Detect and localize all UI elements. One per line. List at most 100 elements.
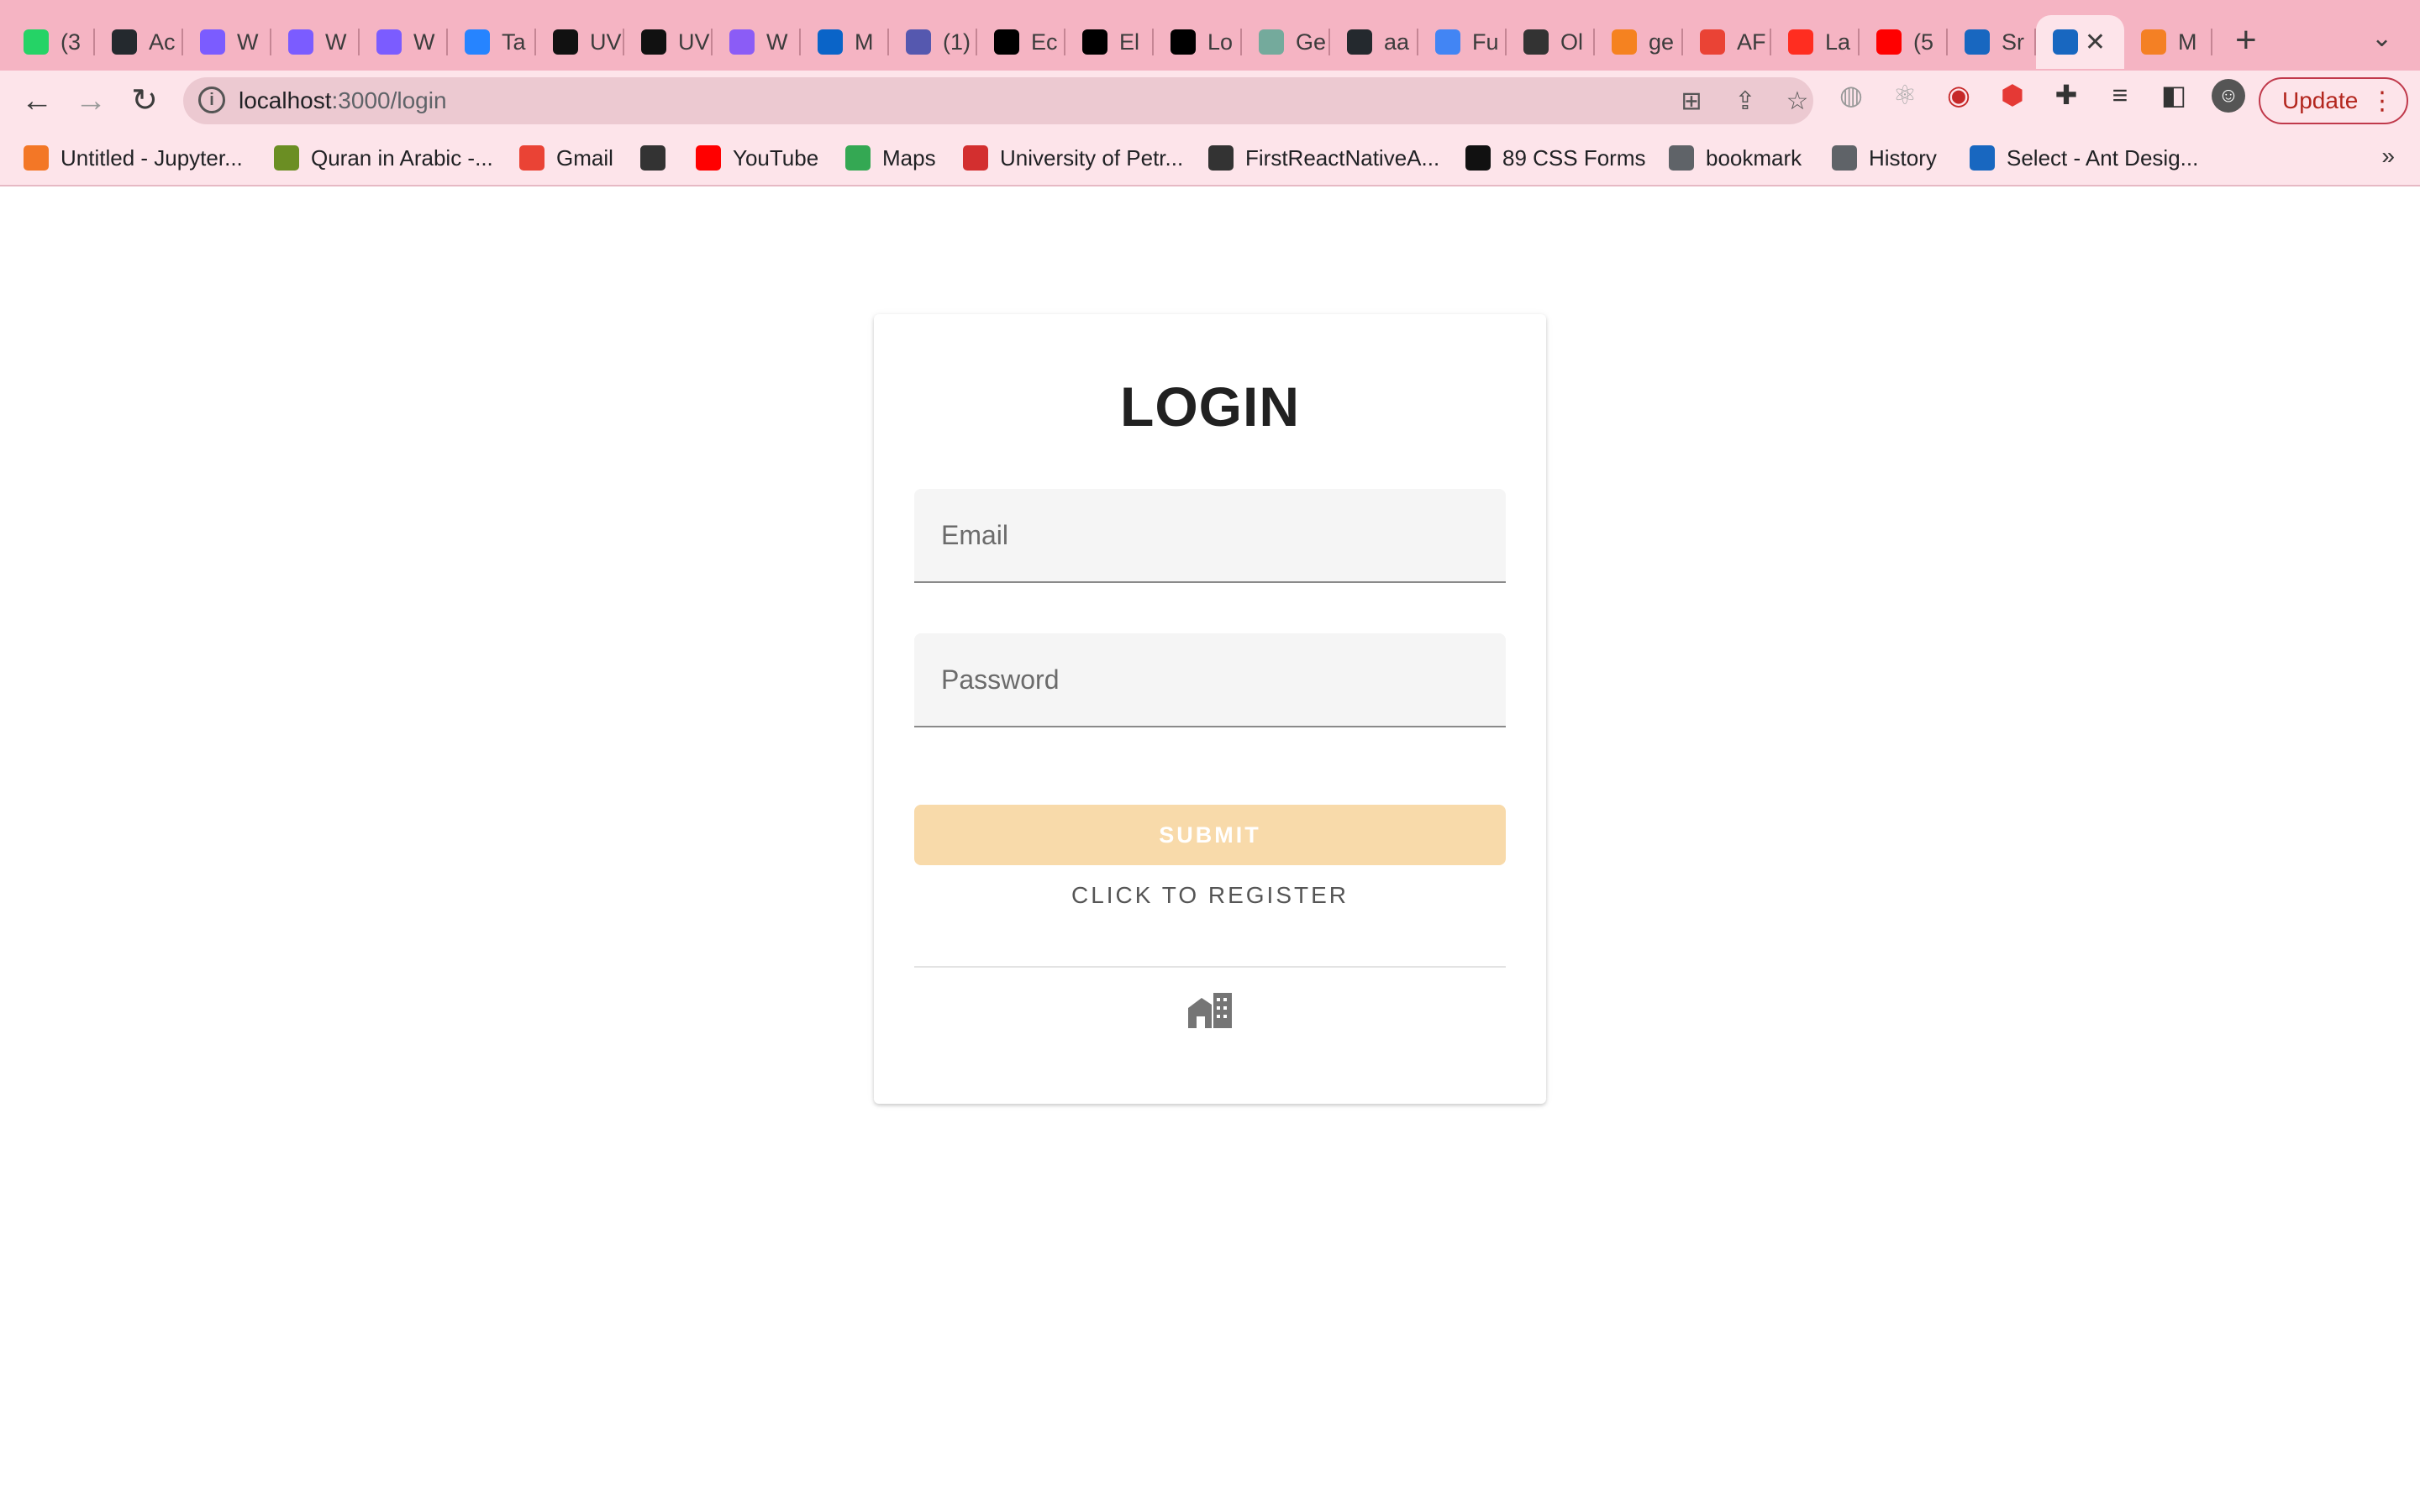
gmail-icon <box>519 145 544 171</box>
tab-label: W <box>325 29 347 55</box>
uv-icon <box>641 29 666 55</box>
bookmark-item[interactable]: University of Petr... <box>963 143 1183 173</box>
browser-tab[interactable]: M <box>801 15 889 69</box>
browser-tab[interactable]: Ec <box>977 15 1065 69</box>
github-icon <box>1347 29 1372 55</box>
bookmark-label: bookmark <box>1706 144 1802 171</box>
browser-tab[interactable]: La <box>1771 15 1860 69</box>
email-field[interactable] <box>914 489 1506 583</box>
globe-icon <box>640 145 666 171</box>
new-tab-button[interactable]: + <box>2235 22 2257 59</box>
extensions-puzzle-icon[interactable]: ✚ <box>2050 79 2082 111</box>
bookmark-item[interactable]: YouTube <box>696 143 818 173</box>
bookmark-item[interactable]: Untitled - Jupyter... <box>24 143 243 173</box>
webflow-icon <box>200 29 225 55</box>
bookmark-item[interactable]: Gmail <box>519 143 613 173</box>
browser-tab[interactable]: ge <box>1595 15 1683 69</box>
bookmark-item[interactable]: History <box>1832 143 1937 173</box>
site-info-icon[interactable]: i <box>198 87 225 113</box>
bookmark-label: History <box>1869 144 1937 171</box>
tab-search-chevron-icon[interactable]: ⌄ <box>2371 24 2392 53</box>
expo-icon <box>1208 145 1234 171</box>
address-bar[interactable]: i localhost:3000/login ⊞ ⇪ ☆ <box>183 77 1813 124</box>
tab-label: (1) <box>943 29 971 55</box>
react-extension-icon[interactable]: ⚛ <box>1889 79 1921 111</box>
bookmark-label: Untitled - Jupyter... <box>60 144 243 171</box>
translate-icon[interactable]: ⊞ <box>1677 87 1706 116</box>
bookmark-label: Quran in Arabic -... <box>311 144 493 171</box>
browser-tab[interactable]: Lo <box>1154 15 1242 69</box>
profile-avatar[interactable]: ☺ <box>2212 79 2245 113</box>
stackoverflow-icon <box>2141 29 2166 55</box>
forward-arrow-icon[interactable]: → <box>72 82 109 119</box>
tab-label: M <box>855 29 874 55</box>
bookmark-item[interactable]: Maps <box>845 143 936 173</box>
browser-tab[interactable]: aa <box>1330 15 1418 69</box>
bookmark-item[interactable]: 89 CSS Forms <box>1465 143 1646 173</box>
teams-icon <box>906 29 931 55</box>
bookmark-label: YouTube <box>733 144 819 171</box>
screenshot-extension-icon[interactable]: ◉ <box>1943 79 1975 111</box>
register-link[interactable]: CLICK TO REGISTER <box>874 882 1546 909</box>
media-queue-icon[interactable]: ≡ <box>2104 79 2136 111</box>
submit-button[interactable]: SUBMIT <box>914 805 1506 865</box>
browser-tab[interactable]: UV <box>624 15 713 69</box>
vuetify-icon <box>1965 29 1990 55</box>
side-panel-icon[interactable]: ◧ <box>2158 79 2190 111</box>
update-button[interactable]: Update ⋮ <box>2259 77 2408 124</box>
home-icon[interactable] <box>1188 991 1232 1028</box>
quran-icon <box>274 145 299 171</box>
login-title: LOGIN <box>1120 375 1300 438</box>
reload-icon[interactable]: ↻ <box>126 82 163 119</box>
bookmarks-overflow-icon[interactable]: » <box>2381 143 2395 170</box>
wikipedia-icon <box>1171 29 1196 55</box>
browser-tab[interactable]: ✕ <box>2036 15 2124 69</box>
tab-label: Ac <box>149 29 176 55</box>
globe-extension-icon[interactable]: ◍ <box>1835 79 1867 111</box>
email-input[interactable] <box>914 489 1506 581</box>
uv-icon <box>553 29 578 55</box>
f-icon <box>1465 145 1491 171</box>
browser-tab[interactable]: Ta <box>448 15 536 69</box>
browser-tab[interactable]: El <box>1065 15 1154 69</box>
browser-tab[interactable]: (1) <box>889 15 977 69</box>
browser-tab[interactable]: Ge <box>1242 15 1330 69</box>
tab-label: UV <box>590 29 622 55</box>
webflow-icon <box>288 29 313 55</box>
close-tab-icon[interactable]: ✕ <box>2085 28 2106 57</box>
browser-tab[interactable]: W <box>271 15 360 69</box>
tab-label: AF <box>1737 29 1766 55</box>
url-text[interactable]: localhost:3000/login <box>239 87 447 114</box>
adblock-extension-icon[interactable]: ⬢ <box>1996 79 2028 111</box>
outlook-icon <box>818 29 843 55</box>
browser-tab[interactable]: (3 <box>7 15 95 69</box>
bookmark-label: 89 CSS Forms <box>1502 144 1646 171</box>
bookmark-item[interactable]: FirstReactNativeA... <box>1208 143 1439 173</box>
tab-label: W <box>413 29 435 55</box>
browser-tab[interactable]: Sr <box>1948 15 2036 69</box>
back-arrow-icon[interactable]: ← <box>18 82 55 119</box>
browser-tab[interactable]: W <box>713 15 801 69</box>
password-input[interactable] <box>914 633 1506 726</box>
bookmark-item[interactable]: Select - Ant Desig... <box>1970 143 2198 173</box>
browser-tab[interactable]: UV <box>536 15 624 69</box>
browser-tab[interactable]: Ol <box>1507 15 1595 69</box>
browser-tab[interactable]: W <box>360 15 448 69</box>
bookmark-item[interactable]: bookmark <box>1669 143 1802 173</box>
password-field[interactable] <box>914 633 1506 727</box>
bookmark-star-icon[interactable]: ☆ <box>1783 87 1812 116</box>
browser-tab[interactable]: W <box>183 15 271 69</box>
bookmark-label: Gmail <box>556 144 613 171</box>
more-menu-icon[interactable]: ⋮ <box>2370 87 2395 116</box>
bookmark-item[interactable] <box>640 143 677 173</box>
browser-tab[interactable]: M <box>2124 15 2212 69</box>
youtube-icon <box>696 145 721 171</box>
browser-tab[interactable]: Ac <box>95 15 183 69</box>
share-icon[interactable]: ⇪ <box>1731 87 1760 116</box>
browser-tab[interactable]: (5 <box>1860 15 1948 69</box>
bookmark-item[interactable]: Quran in Arabic -... <box>274 143 493 173</box>
browser-tab[interactable]: AF <box>1683 15 1771 69</box>
browser-tab[interactable]: Fu <box>1418 15 1507 69</box>
whatsapp-icon <box>24 29 49 55</box>
tab-label: Lo <box>1207 29 1234 55</box>
